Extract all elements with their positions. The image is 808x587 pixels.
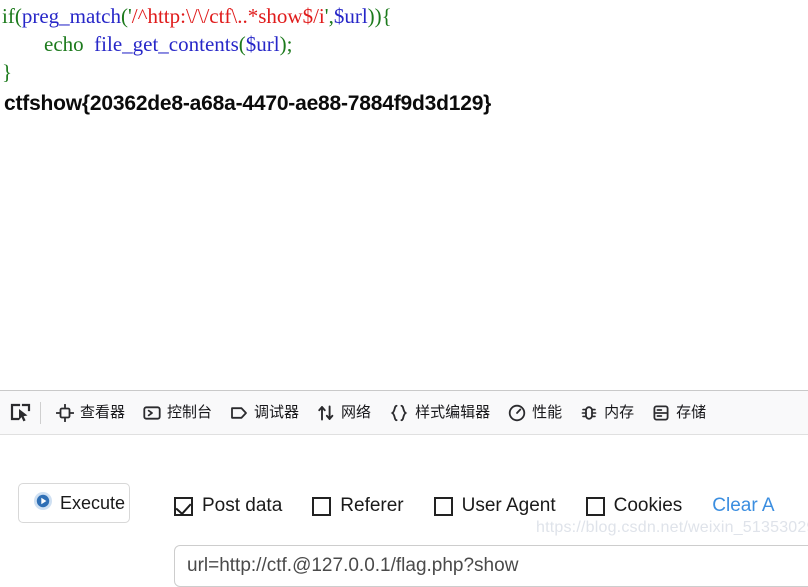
tab-label: 查看器 bbox=[80, 403, 126, 421]
element-picker-icon[interactable] bbox=[4, 398, 38, 428]
checkbox-box[interactable] bbox=[174, 496, 193, 516]
code-token: ( bbox=[120, 4, 128, 28]
debugger-icon bbox=[230, 404, 248, 422]
devtools-panel: 查看器 控制台 调试器 网络 样式编辑器 性能 内存 存储 Execute Po… bbox=[0, 390, 808, 587]
code-token: /^http:\/\/ctf\..*show$/i bbox=[131, 4, 325, 28]
tab-label: 内存 bbox=[604, 403, 635, 421]
code-token: $url bbox=[245, 32, 280, 56]
checkbox-label: Referer bbox=[340, 495, 404, 516]
tab-label: 调试器 bbox=[254, 403, 300, 421]
sidebar-item-network[interactable]: 网络 bbox=[308, 392, 380, 434]
tab-label: 网络 bbox=[341, 403, 372, 421]
code-line-2: echo file_get_contents($url); bbox=[2, 30, 808, 58]
sidebar-item-memory[interactable]: 内存 bbox=[571, 392, 643, 434]
checkbox-label: Cookies bbox=[613, 495, 683, 516]
tab-label: 样式编辑器 bbox=[415, 403, 491, 421]
execute-label: Execute bbox=[60, 492, 126, 513]
memory-icon bbox=[580, 404, 598, 422]
code-token: ( bbox=[14, 4, 22, 28]
code-token: $url bbox=[333, 4, 368, 28]
code-token: echo bbox=[44, 32, 84, 56]
play-icon bbox=[33, 491, 53, 516]
code-token: } bbox=[2, 60, 13, 84]
tab-label: 控制台 bbox=[167, 403, 213, 421]
style-editor-icon bbox=[389, 404, 409, 422]
checkbox-label: User Agent bbox=[461, 495, 556, 516]
checkbox-label: Post data bbox=[202, 495, 283, 516]
hackbar-panel: Execute Post data Referer User Agent Coo… bbox=[0, 435, 808, 587]
code-token: ; bbox=[286, 32, 293, 56]
storage-icon bbox=[652, 404, 670, 422]
sidebar-item-storage[interactable]: 存储 bbox=[643, 392, 715, 434]
checkbox-box[interactable] bbox=[312, 496, 332, 516]
checkbox-post-data[interactable]: Post data bbox=[174, 495, 282, 517]
code-token: if bbox=[2, 4, 15, 28]
hackbar-options-row: Post data Referer User Agent Cookies Cle… bbox=[174, 495, 775, 517]
network-icon bbox=[317, 404, 335, 422]
php-code-block: if(preg_match('/^http:\/\/ctf\..*show$/i… bbox=[0, 0, 808, 86]
sidebar-item-inspector[interactable]: 查看器 bbox=[47, 392, 134, 434]
clear-all-link[interactable]: Clear A bbox=[712, 495, 774, 517]
browser-page-viewport: if(preg_match('/^http:\/\/ctf\..*show$/i… bbox=[0, 0, 808, 390]
checkbox-box[interactable] bbox=[585, 496, 605, 516]
tab-label: 性能 bbox=[532, 403, 563, 421]
checkbox-user-agent[interactable]: User Agent bbox=[433, 495, 556, 517]
code-token: ) bbox=[279, 32, 287, 56]
sidebar-item-debugger[interactable]: 调试器 bbox=[221, 392, 308, 434]
code-token: file_get_contents bbox=[94, 32, 239, 56]
checkbox-cookies[interactable]: Cookies bbox=[585, 495, 683, 517]
code-token: )) bbox=[367, 4, 382, 28]
sidebar-item-style-editor[interactable]: 样式编辑器 bbox=[380, 392, 499, 434]
devtools-toolbar: 查看器 控制台 调试器 网络 样式编辑器 性能 内存 存储 bbox=[0, 391, 808, 435]
console-icon bbox=[143, 404, 161, 422]
code-line-1: if(preg_match('/^http:\/\/ctf\..*show$/i… bbox=[2, 2, 808, 30]
code-token: ( bbox=[238, 32, 246, 56]
inspector-icon bbox=[56, 403, 74, 422]
sidebar-item-console[interactable]: 控制台 bbox=[134, 392, 221, 434]
url-input[interactable]: url=http://ctf.@127.0.0.1/flag.php?show bbox=[174, 545, 808, 587]
code-token: preg_match bbox=[21, 4, 121, 28]
performance-icon bbox=[508, 404, 526, 422]
execute-button[interactable]: Execute bbox=[18, 483, 130, 523]
toolbar-divider bbox=[40, 401, 41, 424]
sidebar-item-performance[interactable]: 性能 bbox=[499, 392, 571, 434]
code-token: { bbox=[381, 4, 392, 28]
code-line-3: } bbox=[2, 58, 808, 86]
checkbox-referer[interactable]: Referer bbox=[312, 495, 404, 517]
checkbox-box[interactable] bbox=[433, 496, 453, 516]
flag-text: ctfshow{20362de8-a68a-4470-ae88-7884f9d3… bbox=[4, 92, 492, 115]
tab-label: 存储 bbox=[676, 403, 707, 421]
